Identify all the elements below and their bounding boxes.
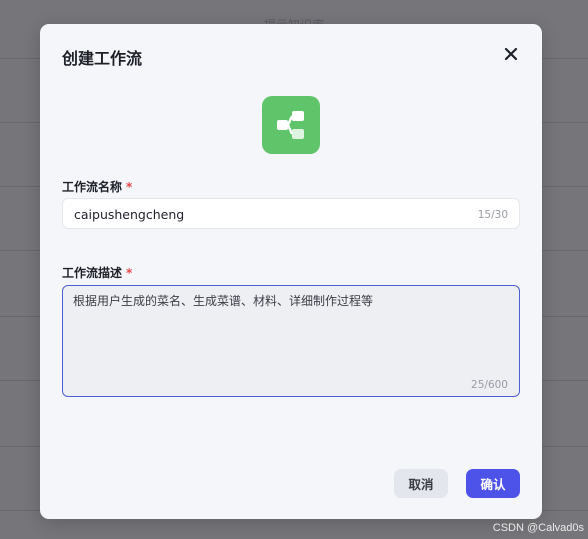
workflow-name-label-text: 工作流名称: [62, 180, 123, 194]
close-icon[interactable]: [502, 45, 520, 63]
create-workflow-dialog: 创建工作流 工作流名称 * caipushengcheng 15/30 工作流描述…: [40, 24, 542, 519]
dialog-title: 创建工作流: [62, 49, 143, 68]
workflow-name-counter: 15/30: [477, 209, 508, 221]
workflow-icon: [262, 96, 320, 154]
workflow-description-value: 根据用户生成的菜名、生成菜谱、材料、详细制作过程等: [73, 294, 374, 308]
required-mark: *: [126, 180, 133, 194]
workflow-description-label-text: 工作流描述: [62, 266, 123, 280]
watermark: CSDN @Calvad0s: [492, 522, 584, 534]
workflow-description-textarea[interactable]: 根据用户生成的菜名、生成菜谱、材料、详细制作过程等 25/600: [62, 285, 520, 397]
workflow-description-label: 工作流描述 *: [62, 264, 132, 281]
workflow-name-label: 工作流名称 *: [62, 178, 132, 195]
workflow-name-value: caipushengcheng: [74, 207, 185, 222]
required-mark: *: [126, 266, 133, 280]
workflow-description-counter: 25/600: [471, 379, 508, 391]
confirm-button[interactable]: 确认: [466, 469, 520, 498]
cancel-button[interactable]: 取消: [394, 469, 448, 498]
workflow-name-input[interactable]: caipushengcheng 15/30: [62, 198, 520, 229]
